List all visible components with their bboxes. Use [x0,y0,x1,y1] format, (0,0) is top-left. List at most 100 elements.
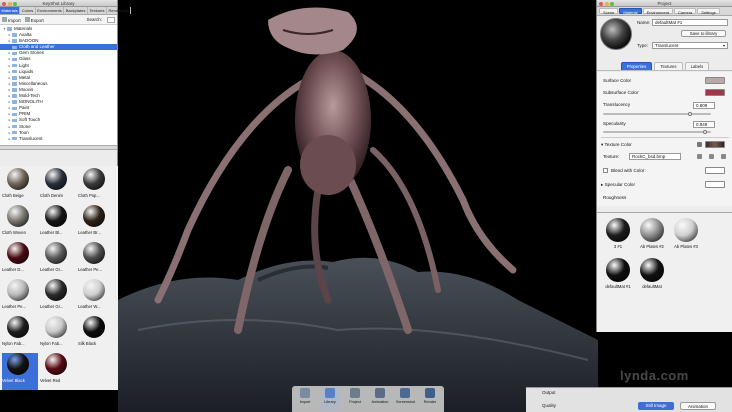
project-material-label: defaultMat [642,284,662,289]
texture-thumbnail[interactable] [705,141,725,148]
material-swatch[interactable]: Cloth Denim [40,168,76,205]
material-swatch[interactable]: Leather Pe... [2,279,38,316]
material-swatch[interactable]: Cloth Beige [2,168,38,205]
folder-icon [12,88,17,92]
animation-button[interactable]: Animation [680,402,716,410]
material-type-value: Translucent [655,43,679,48]
texture-file-field[interactable]: RockC_bsd.bmp [629,153,681,160]
project-material-item[interactable]: 3 #1 [601,218,635,256]
folder-icon [12,39,17,43]
material-swatch[interactable]: Velvet Red [40,353,76,390]
tab-backplates[interactable]: Backplates [64,7,88,14]
tab-textures[interactable]: Textures [88,7,107,14]
tree-item[interactable]: ▸ Translucent [0,136,117,142]
material-name-field[interactable]: defaultMat #1 [652,19,728,26]
dock-animation-button[interactable]: Animation [371,388,389,410]
section-divider [601,137,729,138]
material-swatch[interactable]: Cloth Pop... [78,168,114,205]
material-swatch[interactable]: Leather W... [78,279,114,316]
material-swatch[interactable]: Cloth Woven [2,205,38,242]
export-button[interactable]: Export [24,16,44,23]
blend-color-swatch[interactable] [705,167,725,174]
import-button[interactable]: Import [2,16,21,23]
tab-material[interactable]: Material [619,8,642,15]
subsurface-color-swatch[interactable] [705,89,725,96]
material-properties: Surface Color Subsurface Color Transluce… [597,72,732,206]
specularity-slider-knob[interactable] [703,130,708,134]
surface-color-swatch[interactable] [705,77,725,84]
specularity-slider[interactable] [603,131,711,133]
specular-color-swatch[interactable] [705,181,725,188]
material-swatch[interactable]: Leather Gr... [40,242,76,279]
tab-labels[interactable]: Labels [684,62,710,70]
material-swatch[interactable]: Nylon Fab... [2,316,38,353]
material-swatch-label: Nylon Fab... [40,341,63,346]
project-icon [350,388,360,398]
material-swatch-label: Leather Gr... [40,304,64,309]
material-swatch[interactable]: Silk Black [78,316,114,353]
still-image-button[interactable]: Still Image [638,402,674,410]
dock-project-button[interactable]: Project [346,388,364,410]
render-output-panel: Output Quality Still Image Animation [526,387,732,412]
material-swatch[interactable]: Leather Pe... [78,242,114,279]
material-swatch[interactable]: Leather Br... [78,205,114,242]
rendered-creature-scene [118,7,598,412]
project-material-item[interactable]: defaultMat [635,258,669,296]
dock-label: Animation [371,400,389,404]
keyshot-workspace: KeyShot Library Materials Colors Environ… [0,0,732,412]
specular-color-toggle[interactable]: ▸ Specular Color [601,182,635,188]
texture-delete-icon[interactable] [721,154,726,159]
translucency-slider[interactable] [603,113,711,115]
material-type-select[interactable]: Translucent ▾ [652,42,728,49]
material-swatch[interactable]: Velvet Black [2,353,38,390]
project-material-item[interactable]: defaultMat #1 [601,258,635,296]
project-material-item[interactable]: Ab Plates #3 [669,218,703,256]
texture-refresh-icon[interactable] [697,154,702,159]
tab-materials[interactable]: Materials [0,7,21,14]
dock-library-button[interactable]: Library [321,388,339,410]
material-swatch[interactable]: Leather Bl... [40,205,76,242]
material-swatch-label: Leather Pe... [2,304,26,309]
render-viewport[interactable] [118,0,598,412]
dock-screenshot-button[interactable]: Screenshot [396,388,415,410]
material-swatch[interactable]: Nylon Fab... [40,316,76,353]
texture-folder-icon[interactable] [709,154,714,159]
material-swatch[interactable]: Leather Gr... [40,279,76,316]
library-split-handle[interactable] [0,145,117,150]
material-preview[interactable] [600,18,632,50]
project-material-item[interactable]: Ab Plates #2 [635,218,669,256]
translucency-slider-knob[interactable] [688,112,693,116]
tab-properties[interactable]: Properties [620,62,653,70]
material-thumbnail [7,353,29,375]
dock-import-button[interactable]: Import [296,388,314,410]
tab-colors[interactable]: Colors [20,7,36,14]
search-label: Search: [86,17,102,22]
folder-icon [12,69,17,74]
texture-color-toggle[interactable]: ▾ Texture Color [601,142,632,148]
blend-with-color-label: Blend with Color: [611,168,646,173]
material-swatch-label: Leather D... [2,267,24,272]
material-thumbnail [45,205,67,227]
dock-render-button[interactable]: Render [421,388,439,410]
tab-environment[interactable]: Environment [642,8,674,15]
save-to-library-button[interactable]: Save to library [681,30,726,37]
material-swatch-label: Leather Bl... [40,230,63,235]
specularity-field[interactable]: 0.949 [693,121,715,128]
dock-label: Library [324,400,336,404]
import-icon [300,388,310,398]
tab-scene[interactable]: Scene [599,8,619,15]
material-thumbnail [83,205,105,227]
output-label: Output [542,390,556,395]
tab-renderings[interactable]: Renderings [107,7,132,14]
material-swatch-label: Leather Pe... [78,267,102,272]
material-swatch[interactable]: Leather D... [2,242,38,279]
tab-textures[interactable]: Textures [654,62,683,70]
material-thumbnail [606,218,630,242]
translucency-field[interactable]: 0.809 [693,102,715,109]
texture-map-icon[interactable] [697,142,702,147]
tab-camera[interactable]: Camera [674,8,697,15]
search-input[interactable] [107,16,115,23]
tab-environments[interactable]: Environments [36,7,65,14]
tab-settings[interactable]: Settings [697,8,720,15]
blend-with-color-checkbox[interactable] [603,168,608,173]
